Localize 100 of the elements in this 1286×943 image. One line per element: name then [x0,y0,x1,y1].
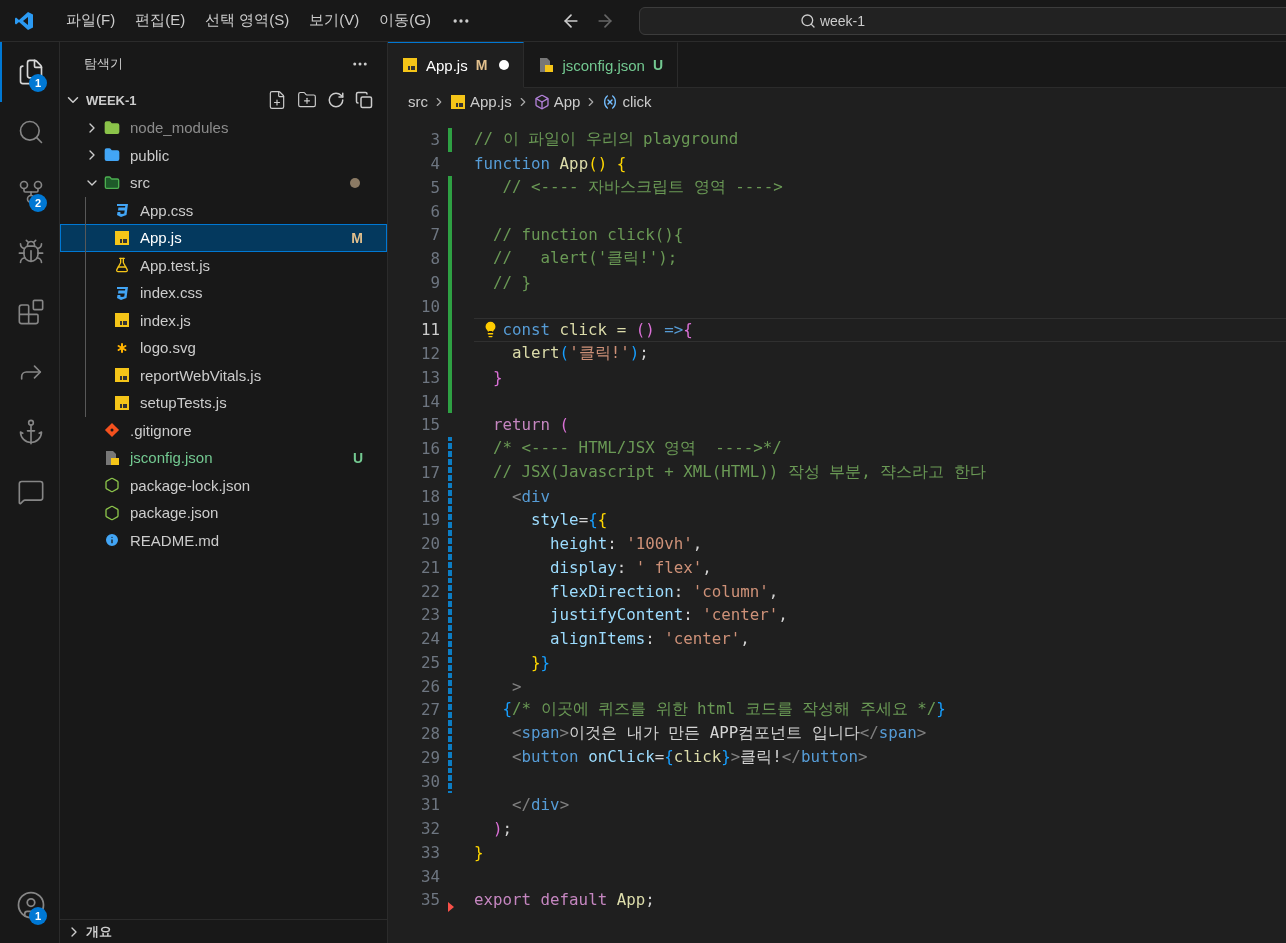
folder-icon [104,174,120,191]
file-name: src [130,174,151,192]
file-name: App.js [140,229,183,247]
breadcrumb-item[interactable]: App.js [470,93,512,110]
flask-icon [114,257,130,274]
file-name: logo.svg [140,339,197,357]
tree-item[interactable]: reportWebVitals.js [60,361,387,389]
line-number: 12 [419,344,440,364]
line-number: 17 [419,462,440,482]
activity-item[interactable]: 2 [0,162,59,222]
git-status: U [652,57,664,73]
count-badge: 1 [29,907,47,925]
outline-title[interactable]: 개요 [86,922,112,941]
git-status: M [475,57,488,73]
workspace-folder[interactable]: WEEK-1 [86,92,263,108]
tree-item[interactable]: index.css [60,279,387,307]
code-line: {/* 이곳에 퀴즈를 위한 html 코드를 작성해 주세요 */} [501,699,946,721]
account-item[interactable]: 1 [0,875,59,935]
code-line: return ( [492,415,570,435]
tree-item[interactable]: package-lock.json [60,471,387,499]
line-number: 21 [419,557,440,577]
line-number: 16 [419,439,440,459]
tree-item[interactable]: public [60,141,387,169]
code-line: > [511,676,522,696]
line-number: 33 [419,842,440,862]
code-line: style={{ [530,510,608,530]
code-line: // alert('클릭!'); [492,248,678,270]
new-folder-icon[interactable] [297,90,317,110]
line-number: 13 [419,367,440,387]
breadcrumb-item[interactable]: src [408,93,428,110]
line-number: 19 [419,510,440,530]
menu-item[interactable]: 선택 영역(S) [195,11,300,30]
code-line: } [492,367,503,387]
tree-item[interactable]: src [60,169,387,197]
info-icon [104,532,120,549]
tree-item[interactable]: jsconfig.json U [60,444,387,472]
file-name: setupTests.js [140,394,228,412]
config-file-icon [538,57,555,73]
file-name: README.md [130,531,221,549]
code-line: // } [492,272,532,292]
file-name: index.js [140,311,192,329]
line-number: 28 [419,724,440,744]
tree-item[interactable]: App.test.js [60,251,387,279]
file-name: public [130,146,171,164]
file-name: App.test.js [140,256,212,274]
line-number: 9 [429,272,440,292]
tree-item[interactable]: README.md [60,526,387,554]
node-icon [104,477,120,494]
code-line: height: '100vh', [549,534,703,554]
tree-item[interactable]: logo.svg [60,334,387,362]
line-number: 11 [419,320,440,340]
node-icon [104,504,120,521]
tree-item[interactable]: .gitignore [60,416,387,444]
code-line: <div [511,486,551,506]
account-icon [15,890,46,920]
count-badge: 2 [29,194,47,212]
editor-tab[interactable]: jsconfig.json U [524,42,679,88]
line-number: 22 [419,581,440,601]
file-name: index.css [140,284,204,302]
command-center[interactable]: week-1 [639,6,1286,35]
file-name: App.css [140,201,195,219]
refresh-icon[interactable] [327,91,345,109]
js-file-icon [402,57,418,73]
code-line: }} [530,652,551,672]
new-file-icon[interactable] [267,90,287,110]
app-logo [14,10,34,31]
line-number: 35 [419,890,440,910]
breadcrumb-item[interactable]: click [622,93,652,110]
git-status: U [352,449,363,466]
file-name: package-lock.json [130,476,252,494]
code-line: flexDirection: 'column', [549,581,779,601]
js-file-icon [450,93,466,110]
code-line: <span>이것은 내가 만든 APP컴포넌트 입니다</span> [511,723,927,745]
collapse-icon[interactable] [355,91,373,109]
editor-tab[interactable]: App.js M [388,42,525,88]
line-number: 6 [429,201,440,221]
code-line: alert('클릭!'); [511,343,649,365]
css-file-icon [114,284,130,301]
search-icon [799,12,816,29]
tree-item[interactable]: node_modules [60,114,387,142]
line-number: 31 [419,795,440,815]
menu-item[interactable]: 편집(E) [125,11,196,30]
tree-item[interactable]: App.js M [60,224,387,252]
variable-icon [602,93,619,110]
line-number: 18 [419,486,440,506]
code-line: /* <---- HTML/JSX 영역 ---->*/ [492,438,782,460]
menu-item[interactable]: 이동(G) [369,11,441,30]
folder-icon [104,119,120,136]
line-number: 20 [419,534,440,554]
tree-item[interactable]: setupTests.js [60,389,387,417]
code-line: export default App; [474,890,655,910]
line-number: 7 [429,225,440,245]
line-number: 8 [429,249,440,269]
menu-item[interactable]: 보기(V) [299,11,370,30]
breadcrumb-item[interactable]: App [553,93,581,110]
tree-item[interactable]: package.json [60,499,387,527]
code-line: // 이 파일이 우리의 playground [474,129,739,151]
menu-item[interactable]: 파일(F) [56,11,126,30]
tree-item[interactable]: index.js [60,306,387,334]
js-file-icon [114,367,130,384]
